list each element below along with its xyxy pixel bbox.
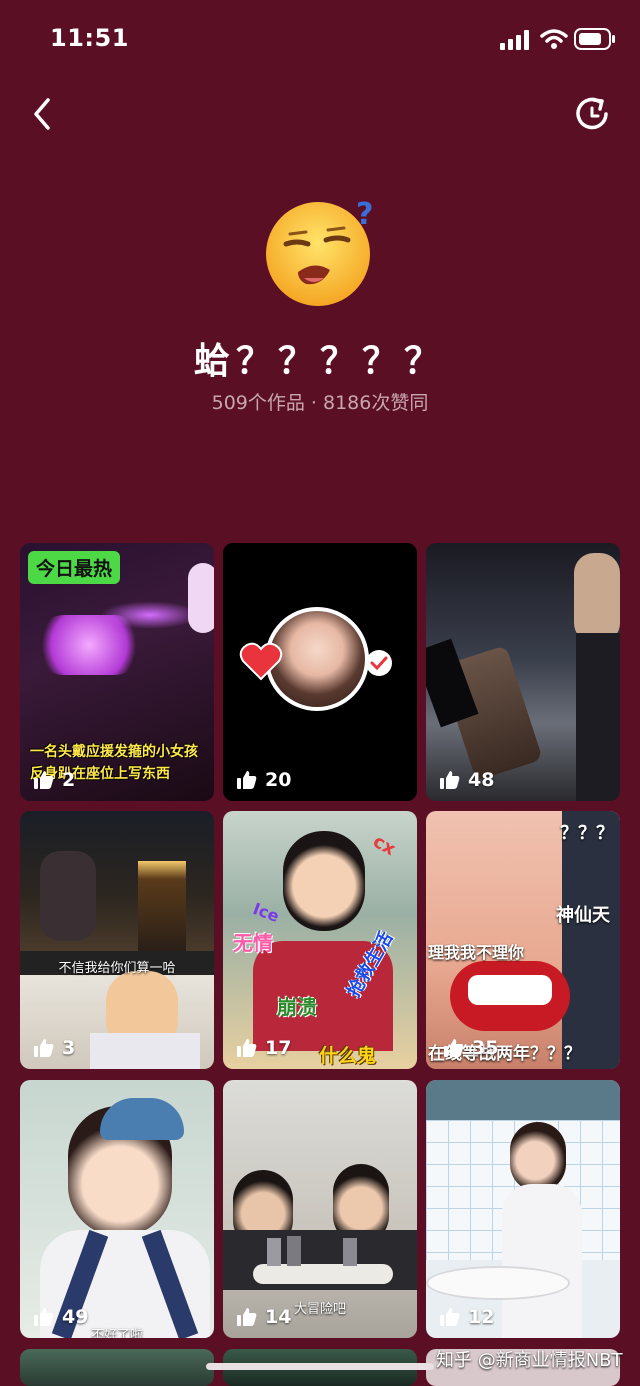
like-count-value: 14: [265, 1306, 292, 1328]
like-count: 35: [444, 1037, 498, 1059]
like-count: 14: [237, 1306, 291, 1328]
glow-shape: [100, 601, 200, 629]
like-count: 20: [237, 769, 291, 791]
like-count: 12: [440, 1306, 494, 1328]
like-count-value: 2: [62, 769, 76, 791]
scene-shape: [343, 1238, 357, 1266]
like-count-value: 3: [62, 1037, 76, 1059]
sleepy-emoji-icon: ?: [266, 197, 373, 306]
like-count: 48: [440, 769, 494, 791]
svg-text:?: ?: [356, 197, 373, 232]
heart-icon: [239, 642, 283, 681]
overlay-text: 神仙天: [556, 905, 610, 926]
video-tile[interactable]: 大冒险吧 14: [223, 1080, 417, 1338]
battery-icon: [574, 28, 615, 50]
stats-subtitle: 509个作品 · 8186次赞同: [211, 392, 429, 414]
video-tile[interactable]: 不信我给你们算一哈 3: [20, 811, 214, 1069]
scene-shape: [138, 861, 186, 951]
tile-caption: 不信我给你们算一哈: [58, 961, 176, 976]
scene-shape: [283, 831, 365, 931]
thumbs-up-icon: [440, 771, 460, 789]
watermark: 知乎 @新商业情报NBT: [436, 1350, 623, 1371]
scene-shape: [468, 975, 552, 1005]
scene-shape: [574, 553, 620, 643]
scene-shape: [287, 1236, 301, 1266]
wifi-icon: [540, 29, 568, 49]
scene-shape: [100, 1098, 184, 1140]
like-count-value: 49: [62, 1306, 89, 1328]
like-count: 49: [34, 1306, 88, 1328]
thumbs-up-icon: [34, 1308, 54, 1326]
scene-shape: [426, 1266, 570, 1300]
video-tile[interactable]: 20: [223, 543, 417, 801]
like-count: 2: [34, 769, 75, 791]
video-tile[interactable]: 48: [426, 543, 620, 801]
status-time: 11:51: [50, 24, 129, 52]
scene-shape: [562, 811, 620, 1069]
video-tile[interactable]: ？？？ 神仙天 理我我不理你 在线等战两年？？？ 35: [426, 811, 620, 1069]
video-tile[interactable]: [20, 1349, 214, 1386]
sticker-word: 无情: [233, 931, 273, 955]
sticker-word: cx: [369, 830, 400, 861]
overlay-text: ？？？: [560, 823, 614, 844]
back-arrow-icon[interactable]: [30, 94, 54, 134]
avatar: [269, 611, 365, 707]
thumbs-up-icon: [34, 1039, 54, 1057]
scene-shape: [576, 633, 620, 801]
hot-badge: 今日最热: [28, 551, 121, 584]
thumbs-up-icon: [444, 1039, 464, 1057]
home-indicator[interactable]: [206, 1363, 434, 1370]
signal-icon: [500, 30, 529, 50]
sticker-word: 崩溃: [277, 995, 317, 1019]
scene-shape: [90, 1033, 200, 1069]
thumbs-up-icon: [440, 1308, 460, 1326]
thumbs-up-icon: [34, 771, 54, 789]
scene-shape: [510, 1122, 566, 1192]
scene-shape: [40, 851, 96, 941]
top-nav: [0, 90, 640, 140]
scene-shape: [502, 1184, 582, 1338]
scene-shape: [253, 1264, 393, 1284]
like-count-value: 12: [468, 1306, 495, 1328]
glow-shape: [188, 563, 214, 633]
like-count-value: 20: [265, 769, 292, 791]
refresh-icon[interactable]: [572, 94, 612, 134]
like-count-value: 17: [265, 1037, 292, 1059]
page-title: 蛤？？？？？: [193, 341, 446, 382]
like-count-value: 35: [472, 1037, 499, 1059]
like-count: 17: [237, 1037, 291, 1059]
thumbs-up-icon: [237, 1308, 257, 1326]
like-count-value: 48: [468, 769, 495, 791]
like-count: 3: [34, 1037, 75, 1059]
video-tile[interactable]: 今日最热 一名头戴应援发箍的小女孩 反身趴在座位上写东西 2: [20, 543, 214, 801]
video-tile[interactable]: 无情 崩溃 抢救生活 什么鬼 cx Ice 17: [223, 811, 417, 1069]
scene-shape: [267, 1238, 281, 1266]
sticker-word: 什么鬼: [319, 1045, 377, 1067]
overlay-text: 理我我不理你: [428, 943, 525, 962]
thumbs-up-icon: [237, 771, 257, 789]
status-bar: 11:51: [0, 0, 640, 80]
video-tile[interactable]: 不好了啦 49: [20, 1080, 214, 1338]
scene-shape: [426, 1080, 620, 1120]
check-icon: [366, 650, 392, 676]
video-tile[interactable]: 12: [426, 1080, 620, 1338]
sticker-word: Ice: [250, 899, 282, 926]
thumbs-up-icon: [237, 1039, 257, 1057]
